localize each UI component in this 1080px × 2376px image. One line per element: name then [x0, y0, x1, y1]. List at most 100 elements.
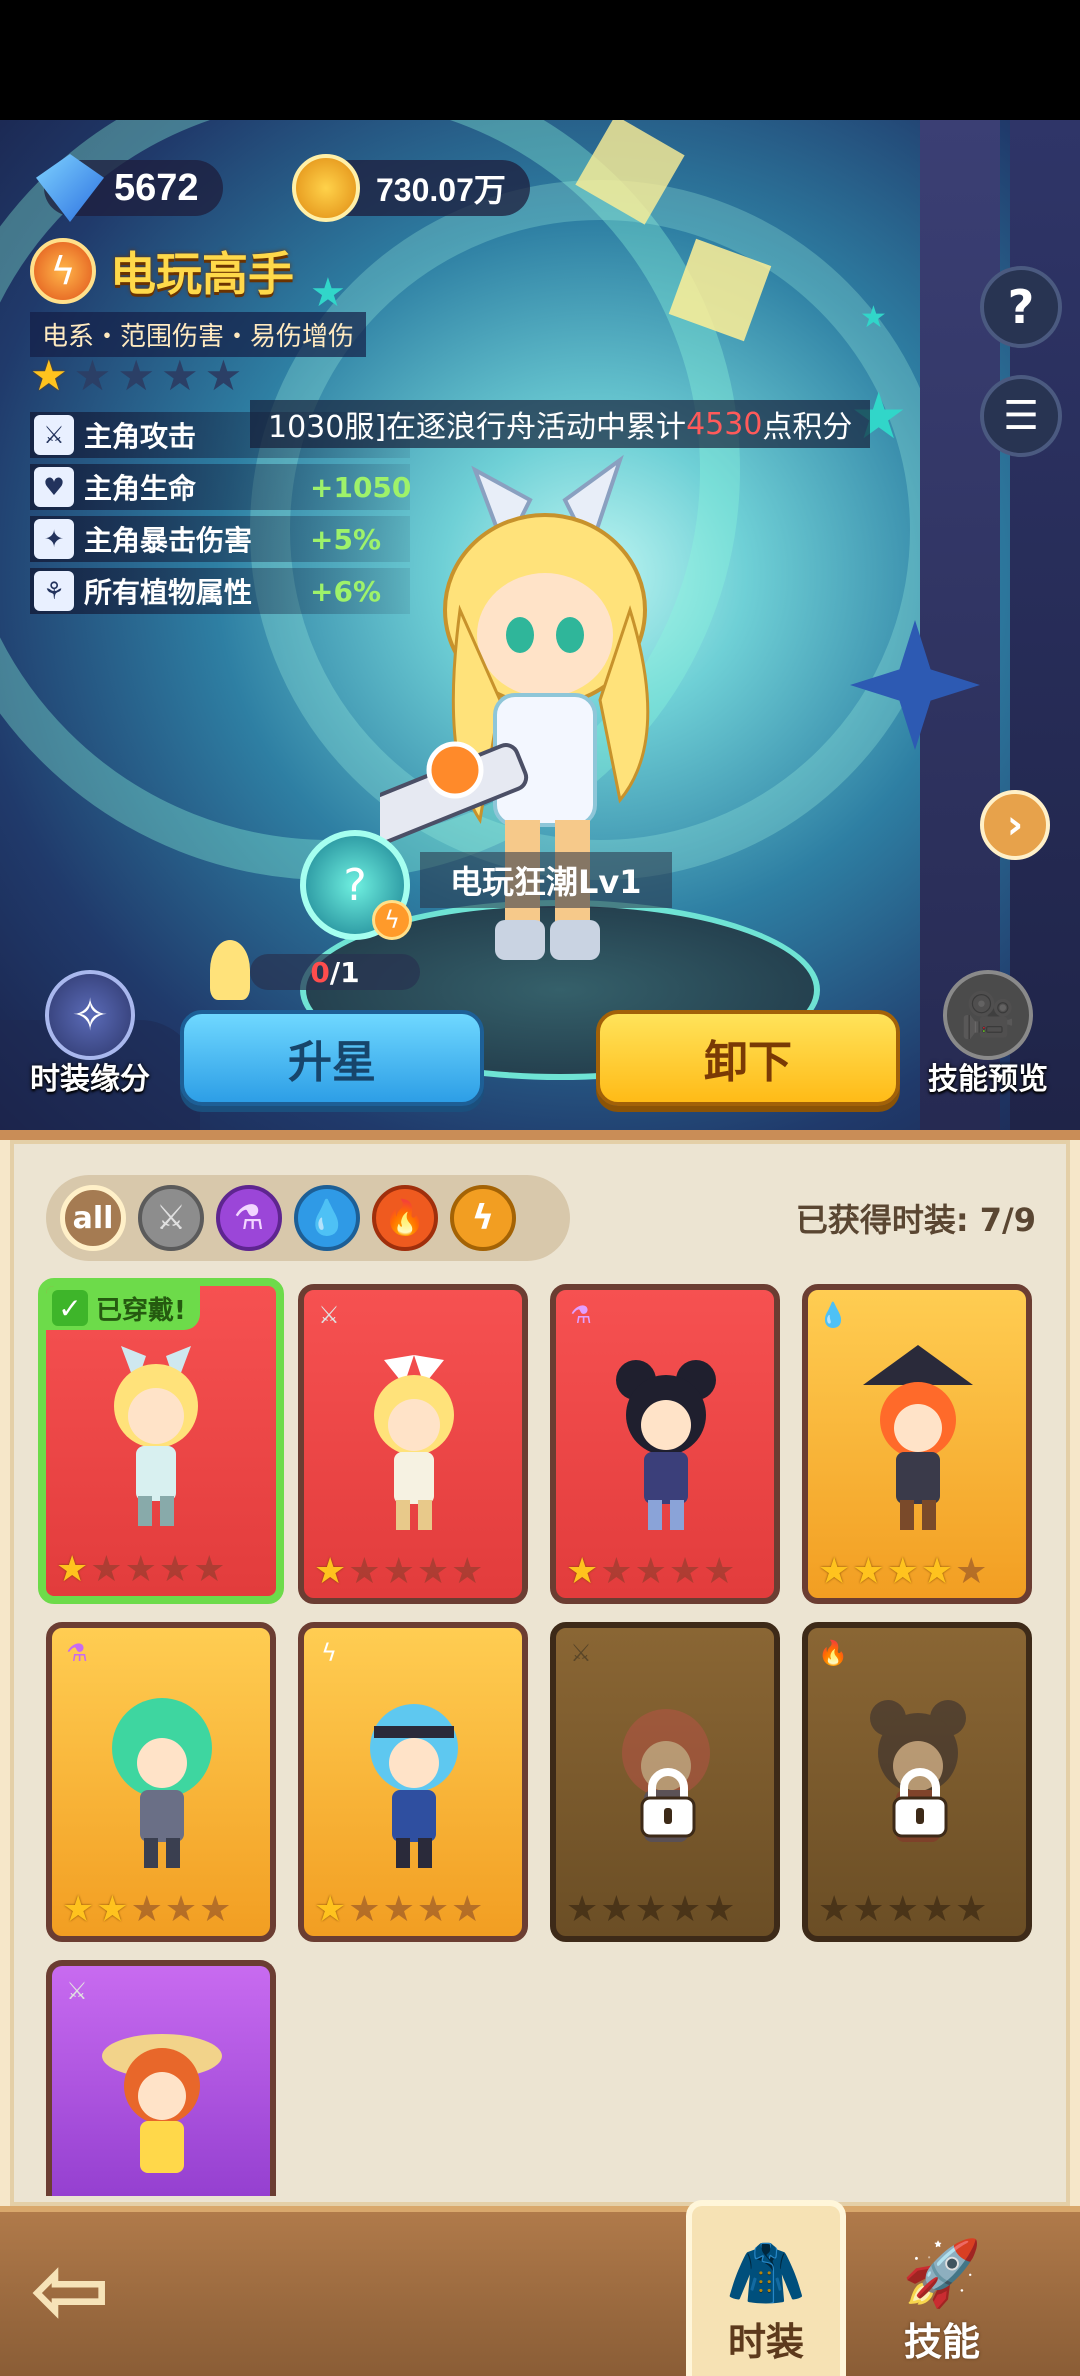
- costume-card-locked[interactable]: ⚔ ★ ★ ★ ★ ★: [550, 1622, 780, 1942]
- tab-fashion-label: 时装: [727, 2320, 804, 2364]
- gold-coin-icon: [292, 154, 360, 222]
- equipped-tag: ✓ 已穿戴!: [46, 1286, 200, 1330]
- card-star-rating: ★ ★ ★ ★ ★: [56, 1549, 226, 1590]
- stat-row-crit: ✦ 主角暴击伤害 +5%: [30, 516, 410, 562]
- card-star-rating: ★ ★ ★ ★ ★: [314, 1889, 484, 1930]
- help-button[interactable]: ?: [980, 266, 1062, 348]
- progress-total: /1: [329, 955, 360, 989]
- costume-card[interactable]: ⚔: [46, 1960, 276, 2196]
- costume-card[interactable]: ϟ ★ ★ ★ ★ ★: [298, 1622, 528, 1942]
- hero-star-rating: ★ ★ ★ ★ ★: [30, 355, 242, 397]
- progress-current: 0: [310, 955, 330, 989]
- gold-count: 730.07万: [376, 172, 506, 208]
- chevron-right-icon: ›: [1006, 802, 1024, 848]
- costume-character: [374, 1355, 454, 1530]
- stat-value: +1050: [310, 470, 412, 504]
- star-filled-icon: ★: [30, 351, 68, 400]
- next-hero-button[interactable]: ›: [980, 790, 1050, 860]
- costume-character: [863, 1345, 973, 1530]
- unequip-button[interactable]: 卸下: [596, 1010, 900, 1106]
- lightning-icon: ϟ: [30, 238, 96, 304]
- filter-water-icon[interactable]: 💧: [294, 1185, 360, 1251]
- star-empty-icon: ★: [117, 351, 155, 400]
- costume-card-locked[interactable]: 🔥 ★ ★ ★ ★ ★: [802, 1622, 1032, 1942]
- sword-icon: ⚔: [570, 1639, 592, 1667]
- card-star-rating: ★ ★ ★ ★ ★: [566, 1889, 736, 1930]
- water-drop-icon: 💧: [818, 1301, 848, 1329]
- tab-skills-label: 技能: [903, 2320, 980, 2364]
- skill-name: 电玩狂潮Lv1: [420, 852, 672, 908]
- costume-card[interactable]: ⚔ ★ ★ ★ ★ ★: [298, 1284, 528, 1604]
- fire-icon: 🔥: [818, 1639, 848, 1667]
- costume-character: [102, 2034, 222, 2173]
- tab-skills[interactable]: 🚀 技能: [862, 2200, 1022, 2376]
- equipped-label: 已穿戴!: [96, 1295, 186, 1326]
- star-empty-icon: ★: [160, 351, 199, 400]
- scrolling-announcement: 1030服]在逐浪行舟活动中累计 4530 点积分: [250, 400, 871, 448]
- sword-icon: ⚔: [34, 415, 74, 455]
- costume-card[interactable]: ⚗ ★ ★ ★ ★ ★: [550, 1284, 780, 1604]
- filter-all[interactable]: all: [60, 1185, 126, 1251]
- filter-potion-icon[interactable]: ⚗: [216, 1185, 282, 1251]
- costume-character: [616, 1360, 716, 1530]
- costume-card[interactable]: 💧 ★ ★ ★ ★ ★: [802, 1284, 1032, 1604]
- tab-fashion[interactable]: 🧥 时装: [686, 2200, 846, 2376]
- card-star-rating: ★ ★ ★ ★ ★: [566, 1551, 736, 1592]
- card-star-rating: ★ ★ ★ ★ ★: [314, 1551, 484, 1592]
- star-sparkle-icon: ★: [310, 270, 346, 316]
- jacket-icon: 🧥: [726, 2237, 806, 2311]
- stat-label: 主角攻击: [84, 420, 197, 453]
- costume-character: [370, 1704, 458, 1868]
- menu-list-button[interactable]: ☰: [980, 375, 1062, 457]
- costume-card[interactable]: ✓ 已穿戴! ★ ★ ★ ★ ★: [38, 1278, 284, 1604]
- element-filter-bar: all ⚔ ⚗ 💧 🔥 ϟ: [46, 1175, 570, 1261]
- crit-icon: ✦: [34, 519, 74, 559]
- stat-row-plant: ⚘ 所有植物属性 +6%: [30, 568, 410, 614]
- fashion-bond-button[interactable]: ✧ 时装缘分: [30, 970, 150, 1098]
- upgrade-star-button[interactable]: 升星: [180, 1010, 484, 1106]
- costume-card[interactable]: ⚗ ★ ★ ★ ★ ★: [46, 1622, 276, 1942]
- owned-costumes-count: 已获得时装: 7/9: [795, 1201, 1036, 1239]
- lock-icon: [892, 1768, 948, 1838]
- list-icon: ☰: [1003, 393, 1039, 439]
- check-icon: ✓: [52, 1290, 88, 1326]
- lock-icon: [640, 1768, 696, 1838]
- stat-label: 主角生命: [84, 472, 197, 505]
- back-arrow-icon[interactable]: ⇦: [30, 2240, 150, 2340]
- gem-count: 5672: [114, 166, 199, 209]
- sword-icon: ⚔: [66, 1977, 88, 2005]
- announcement-text: 1030服]在逐浪行舟活动中累计: [268, 410, 687, 445]
- filter-lightning-icon[interactable]: ϟ: [450, 1185, 516, 1251]
- costume-character: [114, 1346, 198, 1526]
- hero-title-row: ϟ 电玩高手: [30, 238, 294, 304]
- star-empty-icon: ★: [204, 351, 243, 400]
- rocket-icon: 🚀: [902, 2237, 982, 2311]
- shard-progress: 0/1: [250, 954, 420, 990]
- announcement-highlight: 4530: [686, 406, 763, 442]
- card-star-rating: ★ ★ ★ ★ ★: [818, 1889, 988, 1930]
- mini-avatar: [210, 940, 250, 1000]
- page-title: 电玩高手: [110, 247, 294, 301]
- filter-sword-icon[interactable]: ⚔: [138, 1185, 204, 1251]
- plant-icon: ⚘: [34, 571, 74, 611]
- gem-counter[interactable]: 5672: [36, 154, 223, 222]
- gold-counter[interactable]: 730.07万: [292, 154, 530, 222]
- stat-row-health: ♥ 主角生命 +1050: [30, 464, 412, 510]
- card-star-rating: ★ ★ ★ ★ ★: [62, 1889, 232, 1930]
- announcement-suffix: 点积分: [762, 410, 853, 445]
- lightning-icon: ϟ: [372, 900, 412, 940]
- hero-character: [380, 454, 650, 960]
- filter-fire-icon[interactable]: 🔥: [372, 1185, 438, 1251]
- star-sparkle-icon: ★: [860, 300, 887, 335]
- potion-icon: ⚗: [66, 1639, 88, 1667]
- bond-icon: ✧: [45, 970, 135, 1060]
- question-mark-icon: ?: [343, 859, 367, 911]
- question-mark-icon: ?: [1007, 280, 1035, 334]
- potion-icon: ⚗: [570, 1301, 592, 1329]
- star-empty-icon: ★: [73, 351, 112, 400]
- card-star-rating: ★ ★ ★ ★ ★: [818, 1551, 988, 1592]
- stat-value: +6%: [310, 574, 381, 608]
- stat-label: 所有植物属性: [84, 576, 253, 609]
- lightning-icon: ϟ: [321, 1639, 337, 1667]
- skill-preview-button[interactable]: 🎥 技能预览: [928, 970, 1048, 1098]
